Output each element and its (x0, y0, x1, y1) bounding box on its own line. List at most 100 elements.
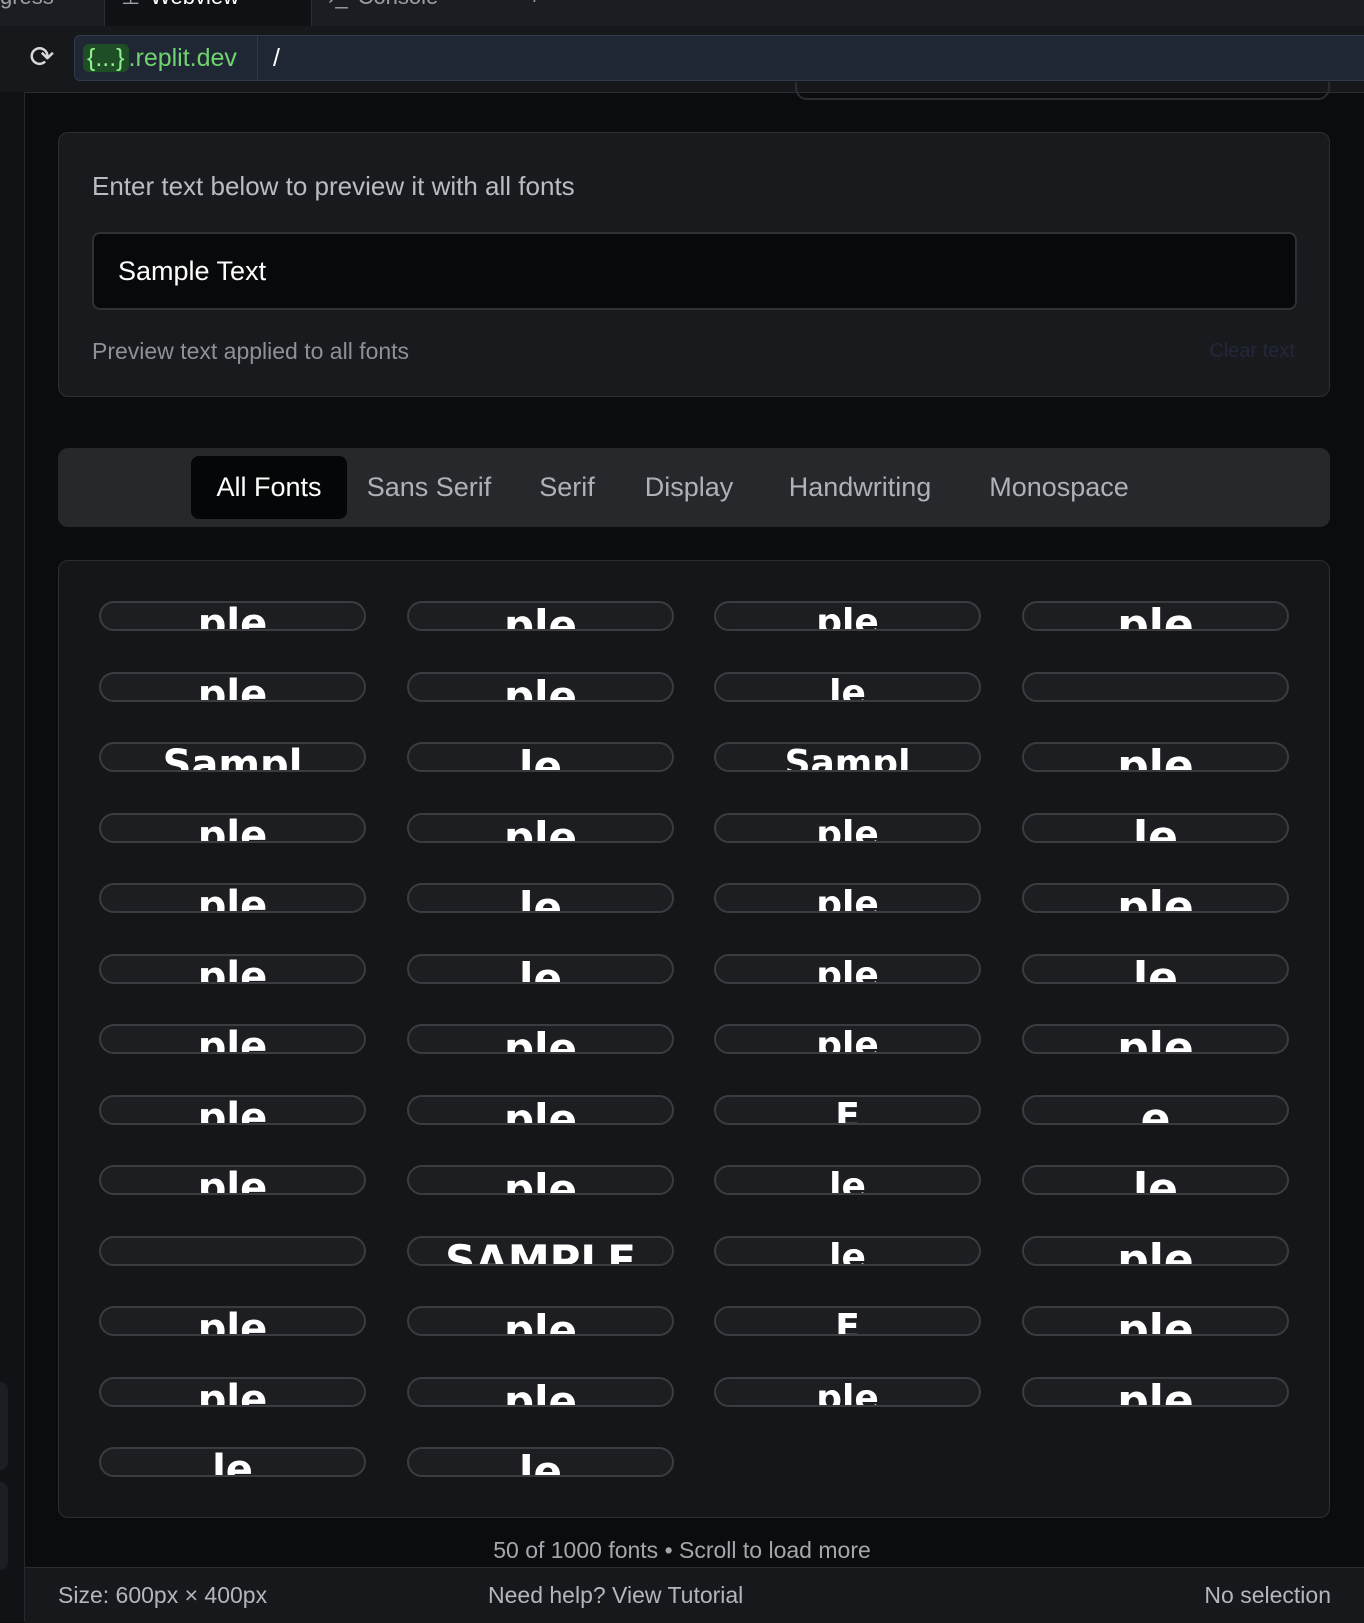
font-sample-text: le (519, 742, 562, 772)
font-sample-text: ple (197, 672, 268, 702)
font-grid: ple ple ple ple ple ple le Sampl le Sampl ple ple pl… (58, 560, 1330, 1518)
font-card[interactable]: ple (407, 1306, 674, 1336)
font-card[interactable]: ple (99, 1095, 366, 1125)
font-card[interactable] (1022, 672, 1289, 702)
font-sample-text: le (519, 1447, 562, 1477)
font-card[interactable]: ple (714, 954, 981, 984)
font-card[interactable]: le (407, 883, 674, 913)
preview-help-text: Preview text applied to all fonts (92, 338, 410, 364)
font-card[interactable]: le (714, 1165, 981, 1195)
tab-sans-serif[interactable]: Sans Serif (354, 456, 504, 519)
font-card[interactable]: le (407, 1447, 674, 1477)
font-card[interactable]: ple (99, 883, 366, 913)
font-sample-text: ple (816, 1378, 879, 1407)
font-card[interactable]: ple (1022, 1306, 1289, 1336)
font-card[interactable]: E (714, 1095, 981, 1125)
font-sample-text: le (1133, 813, 1178, 843)
font-card[interactable]: le (1022, 954, 1289, 984)
font-sample-text: le (1133, 1165, 1178, 1195)
font-sample-text: ple (197, 883, 268, 913)
font-card[interactable]: ple (714, 813, 981, 843)
font-card[interactable]: ple (407, 1095, 674, 1125)
gutter-handle[interactable] (0, 1382, 8, 1470)
font-sample-text: E (835, 1096, 860, 1125)
font-card[interactable]: ple (99, 1024, 366, 1054)
font-card[interactable]: le (1022, 813, 1289, 843)
font-card[interactable]: le (407, 742, 674, 772)
font-card[interactable]: ple (1022, 1236, 1289, 1266)
font-card[interactable]: ple (99, 672, 366, 702)
browser-tab-strip: gress ⊥ Webview ›_ Console + (0, 0, 1364, 27)
tab-webview[interactable]: ⊥ Webview (104, 0, 312, 26)
font-card[interactable]: e (1022, 1095, 1289, 1125)
font-sample-text: ple (197, 1165, 268, 1195)
font-card[interactable]: ple (407, 1165, 674, 1195)
font-sample-text: ple (1117, 1236, 1194, 1266)
font-card[interactable]: le (714, 1236, 981, 1266)
font-card[interactable]: E (714, 1306, 981, 1336)
status-bar: Size: 600px × 400px Need help? View Tuto… (25, 1567, 1364, 1623)
tab-handwriting[interactable]: Handwriting (770, 456, 950, 519)
font-sample-text: ple (1117, 883, 1194, 913)
font-sample-text: ple (1117, 1024, 1194, 1054)
reload-icon[interactable]: ⟳ (26, 42, 58, 74)
font-sample-text: ple (816, 1025, 879, 1054)
url-path[interactable]: / (273, 42, 280, 74)
font-card[interactable]: ple (1022, 742, 1289, 772)
font-card[interactable]: le (1022, 1165, 1289, 1195)
font-card[interactable]: ple (99, 601, 366, 631)
font-card[interactable]: ple (99, 1306, 366, 1336)
font-sample-text: ple (504, 1024, 577, 1054)
font-card[interactable]: ple (407, 813, 674, 843)
font-card[interactable]: ple (99, 1377, 366, 1407)
font-sample-text: ple (816, 955, 879, 984)
scrolled-element-edge (795, 82, 1330, 100)
font-card[interactable]: ple (1022, 883, 1289, 913)
font-sample-text: le (829, 673, 866, 702)
font-sample-text: le (829, 1166, 866, 1195)
font-card[interactable]: le (99, 1447, 366, 1477)
font-sample-text: le (829, 1237, 866, 1266)
tab-display[interactable]: Display (630, 456, 748, 519)
tab-monospace[interactable]: Monospace (972, 456, 1146, 519)
font-card[interactable]: ple (407, 1024, 674, 1054)
font-card[interactable]: Sampl (99, 742, 366, 772)
font-card[interactable]: ple (407, 672, 674, 702)
font-sample-text: ple (504, 1165, 577, 1195)
tutorial-link[interactable]: Need help? View Tutorial (488, 1582, 743, 1609)
font-card[interactable]: ple (1022, 1024, 1289, 1054)
font-card[interactable]: SAMPLE (407, 1236, 674, 1266)
terminal-icon: ›_ (328, 0, 348, 8)
preview-label: Enter text below to preview it with all … (92, 171, 575, 201)
font-sample-text: ple (504, 813, 577, 843)
tab-console[interactable]: ›_ Console (312, 0, 508, 26)
font-card[interactable]: ple (99, 954, 366, 984)
font-card[interactable]: ple (99, 1165, 366, 1195)
plus-icon: + (528, 0, 541, 9)
font-card[interactable] (99, 1236, 366, 1266)
font-sample-text: e (1140, 1095, 1171, 1125)
tab-serif[interactable]: Serif (526, 456, 608, 519)
font-card[interactable]: ple (714, 883, 981, 913)
url-field[interactable]: {...} .replit.dev / (74, 35, 1364, 81)
font-card[interactable]: le (714, 672, 981, 702)
font-card[interactable]: ple (714, 1377, 981, 1407)
font-card[interactable]: ple (99, 813, 366, 843)
font-card[interactable]: ple (1022, 601, 1289, 631)
new-tab-button[interactable]: + (528, 0, 558, 26)
font-count-footer: 50 of 1000 fonts • Scroll to load more (493, 1537, 871, 1563)
font-card[interactable]: ple (714, 601, 981, 631)
font-sample-text: ple (816, 602, 879, 631)
clear-text-link[interactable]: Clear text (1209, 340, 1295, 363)
font-card[interactable]: ple (407, 601, 674, 631)
preview-text-input[interactable] (92, 232, 1297, 310)
font-card[interactable]: Sampl (714, 742, 981, 772)
font-sample-text: ple (504, 601, 577, 631)
tab-progress[interactable]: gress (0, 0, 104, 26)
font-card[interactable]: ple (407, 1377, 674, 1407)
font-card[interactable]: ple (1022, 1377, 1289, 1407)
font-card[interactable]: le (407, 954, 674, 984)
font-sample-text: ple (197, 954, 268, 984)
font-card[interactable]: ple (714, 1024, 981, 1054)
tab-all-fonts[interactable]: All Fonts (191, 456, 347, 519)
